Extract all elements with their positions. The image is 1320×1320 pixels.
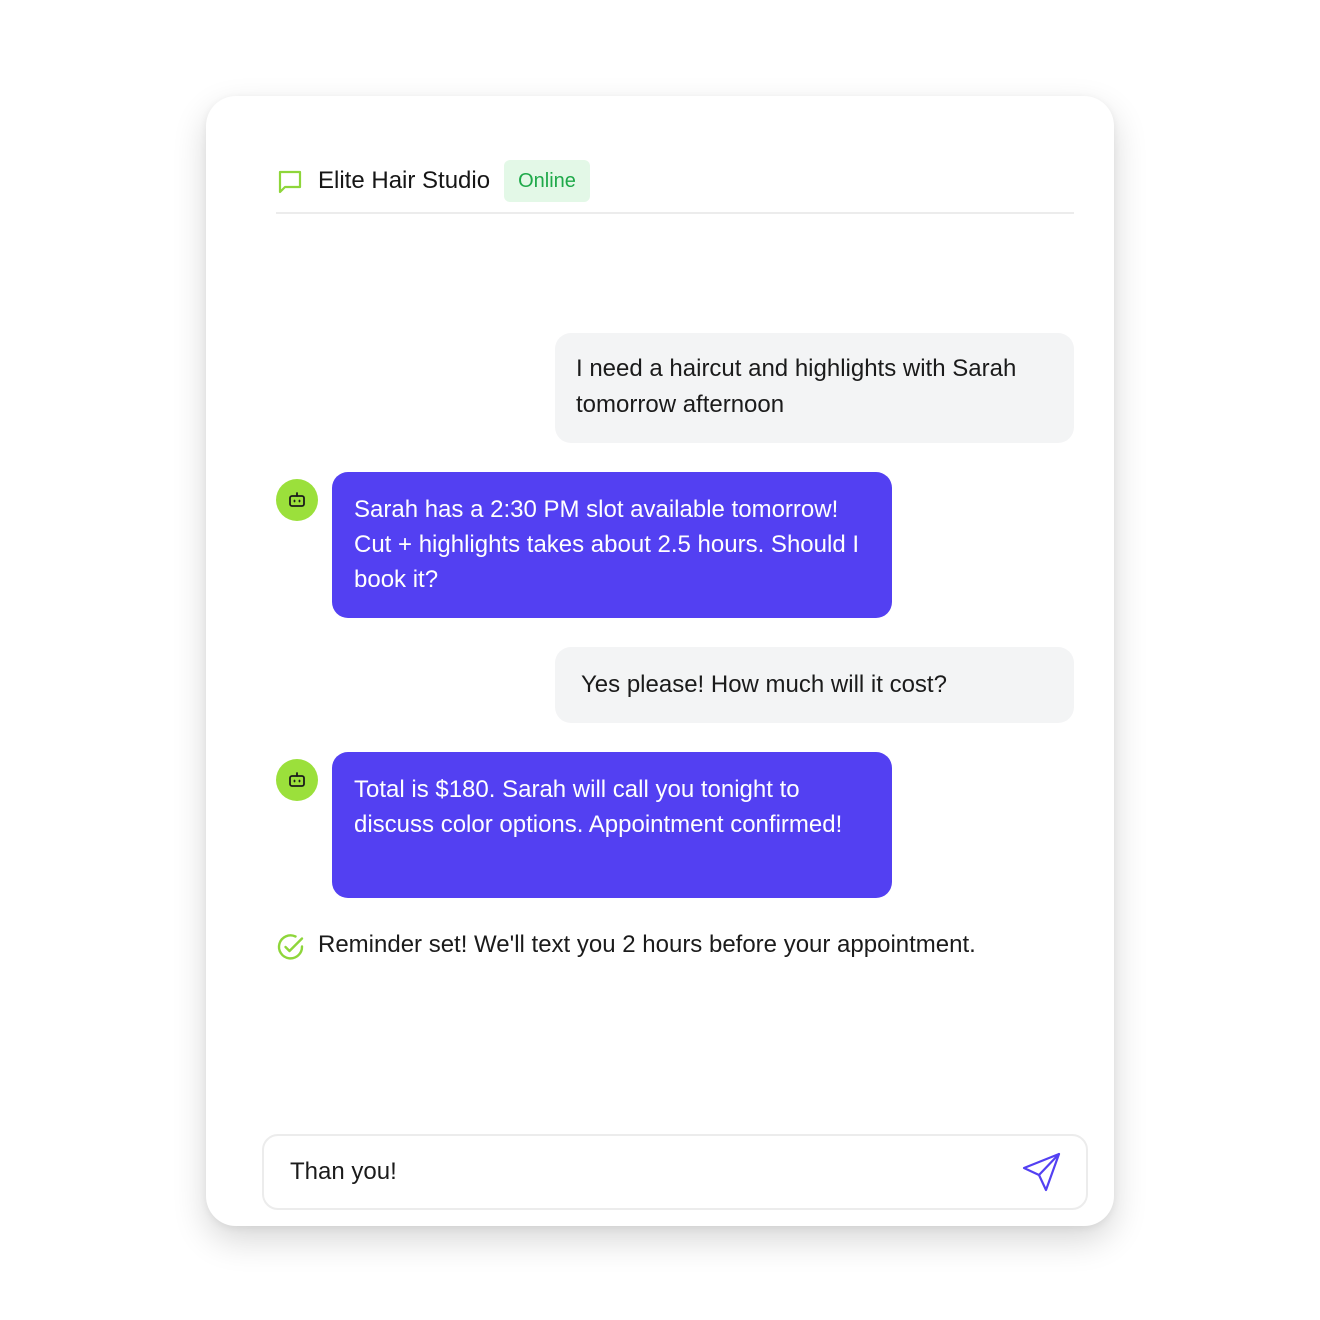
- robot-icon: [289, 772, 305, 787]
- message-input[interactable]: [290, 1152, 1020, 1192]
- check-circle-icon: [277, 934, 304, 960]
- chat-header: Elite Hair Studio Online: [276, 160, 1074, 214]
- reminder-notice: Reminder set! We'll text you 2 hours bef…: [276, 924, 976, 966]
- user-message: Yes please! How much will it cost?: [555, 647, 1074, 723]
- message-text: Yes please! How much will it cost?: [581, 671, 947, 698]
- message-text: Sarah has a 2:30 PM slot available tomor…: [354, 496, 859, 593]
- reminder-text: Reminder set! We'll text you 2 hours bef…: [318, 931, 976, 958]
- bot-avatar: [276, 479, 318, 521]
- status-badge: Online: [504, 160, 590, 202]
- chat-bubble-icon: [278, 170, 302, 194]
- message-text: I need a haircut and highlights with Sar…: [576, 355, 1017, 418]
- send-icon: [1022, 1152, 1061, 1192]
- bot-avatar: [276, 759, 318, 801]
- send-button[interactable]: [1020, 1150, 1064, 1194]
- bot-message: Total is $180. Sarah will call you tonig…: [332, 752, 892, 898]
- message-composer: [262, 1134, 1088, 1210]
- bot-message: Sarah has a 2:30 PM slot available tomor…: [332, 472, 892, 618]
- chat-window: Elite Hair Studio Online I need a haircu…: [206, 96, 1114, 1226]
- page-title: Elite Hair Studio: [318, 167, 491, 194]
- robot-icon: [289, 492, 305, 507]
- user-message: I need a haircut and highlights with Sar…: [555, 333, 1074, 443]
- message-text: Total is $180. Sarah will call you tonig…: [354, 776, 843, 838]
